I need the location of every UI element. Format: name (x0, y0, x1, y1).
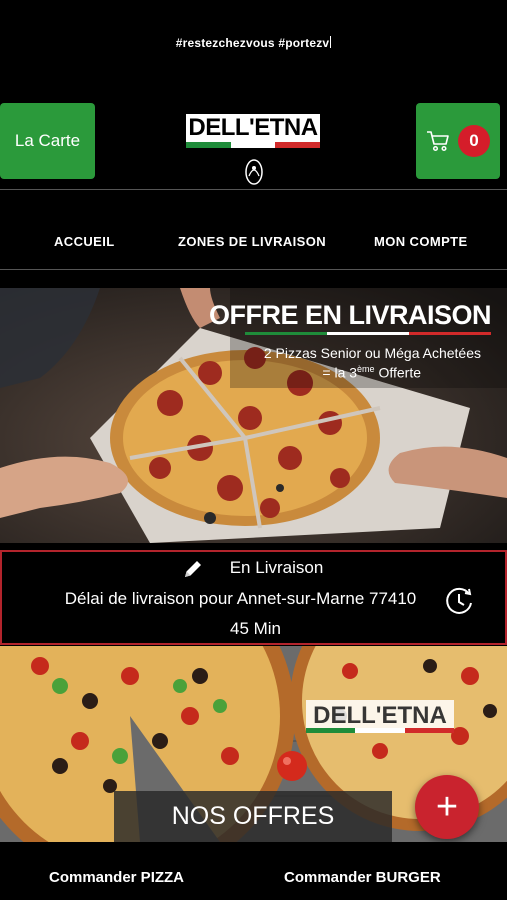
nav-item-mon-compte[interactable]: MON COMPTE (374, 234, 468, 249)
order-burger-button[interactable]: Commander BURGER (284, 869, 441, 886)
la-carte-button[interactable]: La Carte (0, 103, 95, 179)
banner-line2-suffix: Offerte (374, 364, 421, 381)
promo-banner[interactable]: OFFRE EN LIVRAISON 2 Pizzas Senior ou Mé… (0, 288, 507, 543)
order-pizza-button[interactable]: Commander PIZZA (49, 869, 184, 886)
cart-count-badge: 0 (458, 125, 490, 157)
la-carte-label: La Carte (14, 131, 81, 150)
banner-flag-rule (245, 332, 491, 335)
banner-offer-line2: = la 3ème Offerte (322, 364, 421, 381)
main-nav: ACCUEIL ZONES DE LIVRAISON MON COMPTE (0, 234, 507, 250)
nav-item-zones-livraison[interactable]: ZONES DE LIVRAISON (178, 234, 326, 249)
delivery-info-panel[interactable]: En Livraison Délai de livraison pour Ann… (0, 550, 507, 645)
cart-button[interactable]: 0 (416, 103, 500, 179)
banner-line2-sup: ème (357, 364, 375, 374)
nav-divider (0, 269, 507, 270)
offers-logo-icon: DELL'ETNA (306, 700, 454, 733)
nav-item-accueil[interactable]: ACCUEIL (54, 234, 115, 249)
nos-offres-button[interactable]: NOS OFFRES (114, 791, 392, 842)
italian-flag-stripe (186, 142, 321, 148)
logo-emblem-icon (245, 159, 263, 185)
bottom-action-bar: Commander PIZZA Commander BURGER (0, 842, 507, 900)
logo-text: DELL'ETNA (186, 114, 320, 142)
nos-offres-label: NOS OFFRES (171, 802, 335, 830)
text-caret (330, 36, 332, 48)
clock-refresh-icon[interactable] (443, 585, 475, 617)
offers-logo-text: DELL'ETNA (313, 702, 447, 729)
ticker-text: #restezchezvous #portezv (175, 36, 330, 50)
delivery-delay-value: 45 Min (229, 619, 282, 638)
banner-title: OFFRE EN LIVRAISON (208, 300, 492, 330)
header-divider (0, 189, 507, 190)
shopping-cart-icon (427, 131, 449, 152)
add-fab-button[interactable]: + (415, 775, 479, 839)
plus-icon: + (435, 786, 459, 828)
brand-logo[interactable]: DELL'ETNA (186, 114, 321, 190)
banner-offer-line1: 2 Pizzas Senior ou Méga Achetées (263, 345, 481, 361)
banner-line2-prefix: = la 3 (322, 364, 358, 381)
delivery-delay-label: Délai de livraison pour Annet-sur-Marne … (64, 589, 417, 608)
hashtag-ticker: #restezchezvous #portezv (0, 36, 507, 50)
delivery-mode: En Livraison (229, 558, 324, 577)
